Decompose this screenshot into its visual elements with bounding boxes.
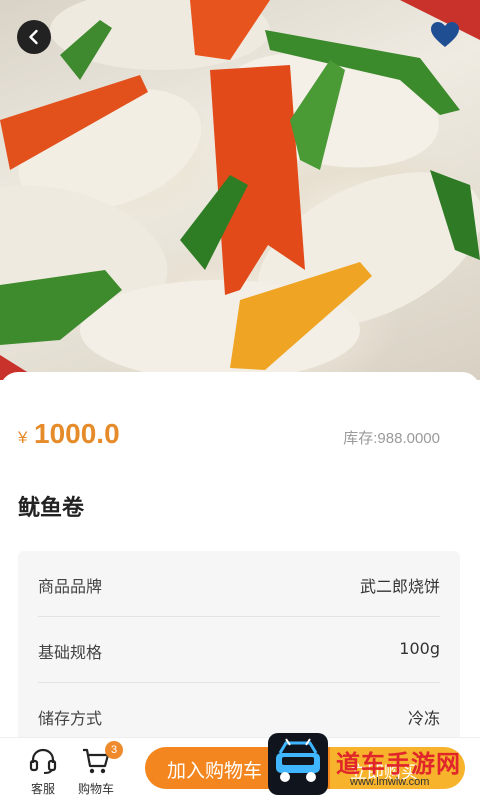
add-to-cart-label: 加入购物车 xyxy=(167,760,263,782)
spec-row-brand: 商品品牌 武二郎烧饼 xyxy=(38,551,440,617)
customer-service-label: 客服 xyxy=(30,782,55,796)
spec-value: 冷冻 xyxy=(407,709,440,728)
spec-key: 商品品牌 xyxy=(38,577,103,596)
watermark-url: www.lmwlw.com xyxy=(350,776,430,788)
product-image xyxy=(0,0,480,380)
watermark-text: 道车手游网 xyxy=(336,750,461,778)
spec-row-size: 基础规格 100g xyxy=(38,617,440,683)
headset-icon xyxy=(29,748,57,774)
watermark-logo xyxy=(268,733,328,795)
car-icon xyxy=(276,738,320,782)
stock-quantity: 库存:988.0000 xyxy=(343,430,440,447)
chevron-left-icon xyxy=(29,29,38,45)
spec-value: 武二郎烧饼 xyxy=(359,577,440,596)
spec-key: 储存方式 xyxy=(38,709,103,728)
cart-count-badge: 3 xyxy=(105,741,123,759)
product-title: 鱿鱼卷 xyxy=(18,496,85,521)
back-button[interactable] xyxy=(17,20,51,54)
spec-value: 100g xyxy=(399,639,440,658)
food-photo xyxy=(0,0,480,380)
heart-icon xyxy=(431,22,459,47)
spec-key: 基础规格 xyxy=(38,643,103,662)
spec-table: 商品品牌 武二郎烧饼 基础规格 100g 储存方式 冷冻 xyxy=(18,551,460,751)
cart-button[interactable]: 3 购物车 xyxy=(68,741,124,798)
currency-symbol: ¥ xyxy=(18,428,28,447)
product-price: 1000.0 xyxy=(34,418,120,449)
cart-label: 购物车 xyxy=(77,782,114,796)
favorite-button[interactable] xyxy=(428,18,462,52)
customer-service-button[interactable]: 客服 xyxy=(15,742,71,798)
price-row: ¥ 1000.0 库存:988.0000 xyxy=(18,418,462,454)
